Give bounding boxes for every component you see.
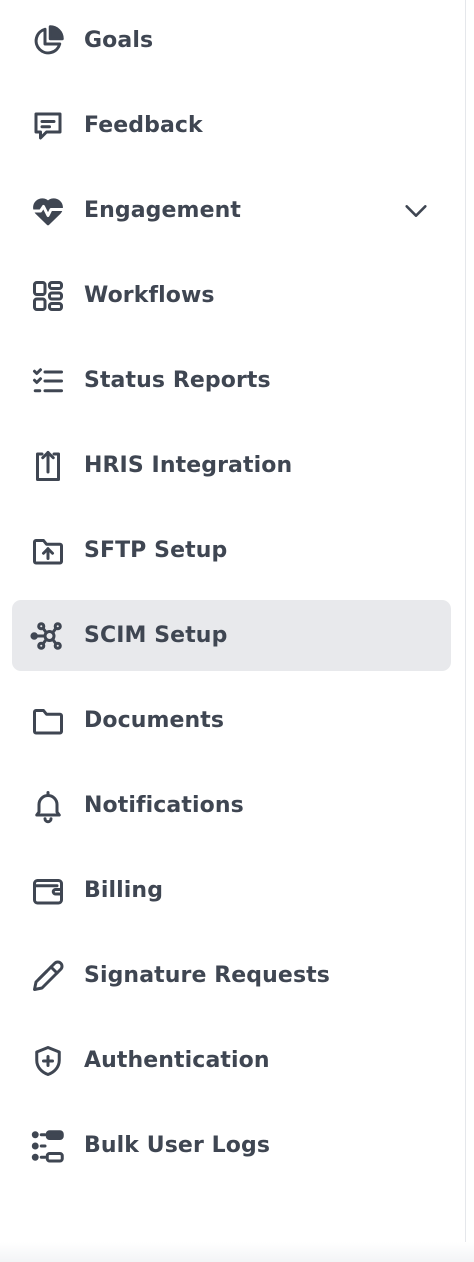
sidebar-item-label: SCIM Setup bbox=[84, 623, 228, 648]
pen-icon bbox=[29, 957, 67, 995]
sidebar-divider bbox=[465, 0, 466, 1262]
checklist-icon bbox=[29, 362, 67, 400]
upload-icon bbox=[29, 447, 67, 485]
sidebar-item-label: Bulk User Logs bbox=[84, 1133, 271, 1158]
sidebar-item-label: Billing bbox=[84, 878, 164, 903]
sidebar-item-label: Engagement bbox=[84, 198, 241, 223]
pie-chart-icon bbox=[29, 22, 67, 60]
shield-plus-icon bbox=[29, 1042, 67, 1080]
list-toggle-icon bbox=[29, 1127, 67, 1165]
sidebar-item-billing[interactable]: Billing bbox=[12, 855, 451, 926]
layout-icon bbox=[29, 277, 67, 315]
sidebar: Goals Feedback Engagement Workflows Stat… bbox=[0, 0, 474, 1262]
sidebar-item-status-reports[interactable]: Status Reports bbox=[12, 345, 451, 416]
sidebar-item-label: Signature Requests bbox=[84, 963, 330, 988]
sidebar-item-label: Status Reports bbox=[84, 368, 271, 393]
sidebar-item-hris-integration[interactable]: HRIS Integration bbox=[12, 430, 451, 501]
sidebar-item-notifications[interactable]: Notifications bbox=[12, 770, 451, 841]
sidebar-item-bulk-user-logs[interactable]: Bulk User Logs bbox=[12, 1110, 451, 1181]
message-square-icon bbox=[29, 107, 67, 145]
folder-icon bbox=[29, 702, 67, 740]
sidebar-item-label: Goals bbox=[84, 28, 154, 53]
bell-icon bbox=[29, 787, 67, 825]
sidebar-item-documents[interactable]: Documents bbox=[12, 685, 451, 756]
sidebar-item-sftp-setup[interactable]: SFTP Setup bbox=[12, 515, 451, 586]
network-icon bbox=[29, 617, 67, 655]
sidebar-nav: Goals Feedback Engagement Workflows Stat… bbox=[12, 5, 451, 1195]
heart-pulse-icon bbox=[29, 192, 67, 230]
sidebar-item-workflows[interactable]: Workflows bbox=[12, 260, 451, 331]
sidebar-item-feedback[interactable]: Feedback bbox=[12, 90, 451, 161]
sidebar-item-label: Notifications bbox=[84, 793, 244, 818]
sidebar-item-goals[interactable]: Goals bbox=[12, 5, 451, 76]
wallet-icon bbox=[29, 872, 67, 910]
sidebar-item-label: Workflows bbox=[84, 283, 215, 308]
sidebar-item-engagement[interactable]: Engagement bbox=[12, 175, 451, 246]
sidebar-item-label: HRIS Integration bbox=[84, 453, 293, 478]
chevron-down-icon[interactable] bbox=[401, 196, 431, 226]
sidebar-item-signature-requests[interactable]: Signature Requests bbox=[12, 940, 451, 1011]
sidebar-item-label: Documents bbox=[84, 708, 225, 733]
sidebar-item-authentication[interactable]: Authentication bbox=[12, 1025, 451, 1096]
folder-upload-icon bbox=[29, 532, 67, 570]
sidebar-item-label: Authentication bbox=[84, 1048, 270, 1073]
sidebar-item-scim-setup[interactable]: SCIM Setup bbox=[12, 600, 451, 671]
sidebar-item-label: SFTP Setup bbox=[84, 538, 228, 563]
sidebar-bottom-fade bbox=[0, 1242, 474, 1262]
sidebar-item-label: Feedback bbox=[84, 113, 203, 138]
